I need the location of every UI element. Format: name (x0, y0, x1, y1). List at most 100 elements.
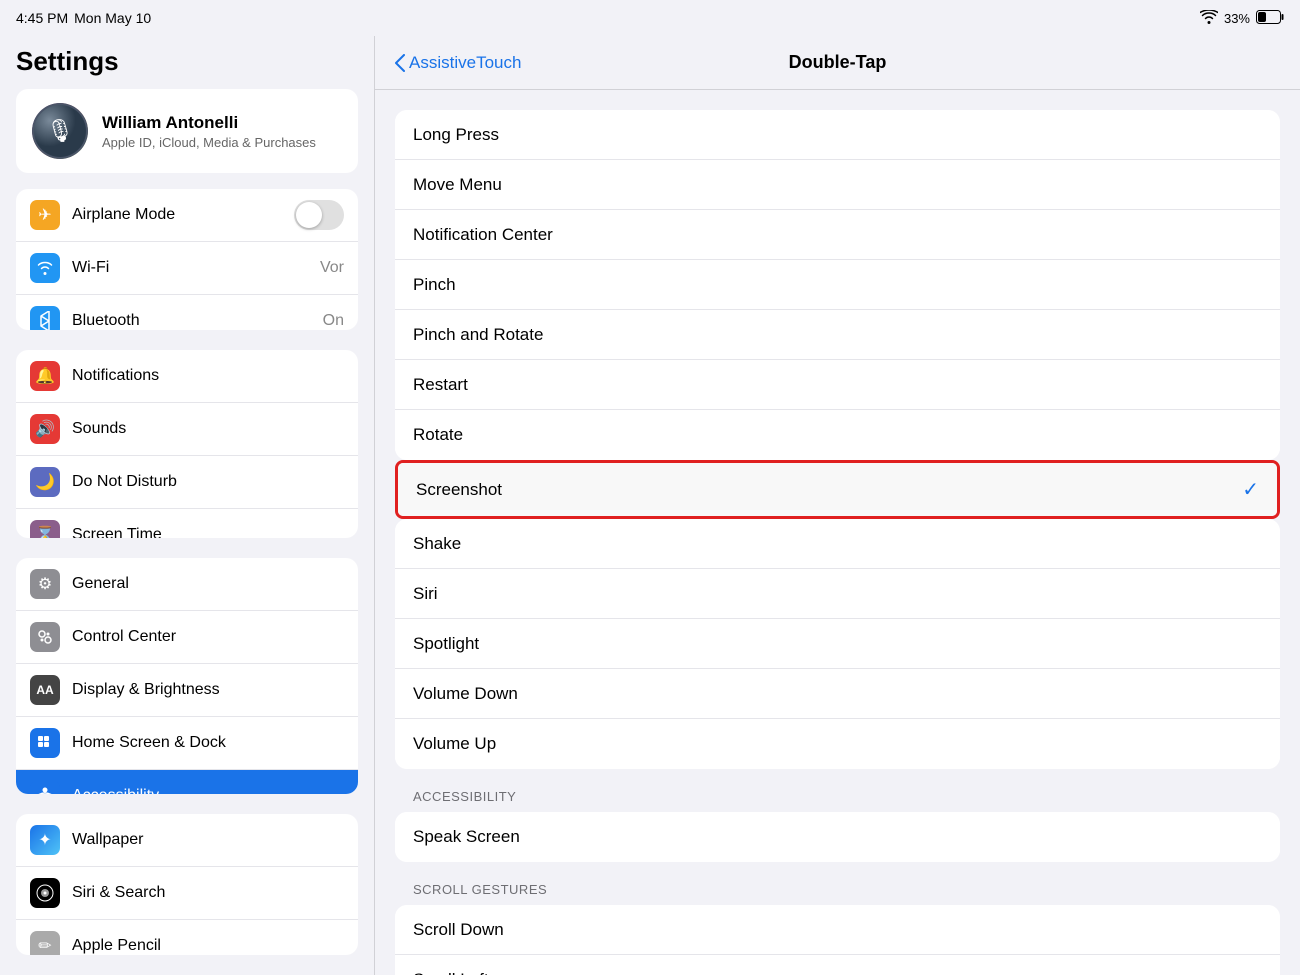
accessibility-section-header: ACCESSIBILITY (395, 769, 1280, 812)
sidebar-item-bluetooth[interactable]: Bluetooth On (16, 295, 358, 330)
main-content: Settings 🎙 William Antonelli (0, 36, 1300, 975)
accessibility-list: Speak Screen (395, 812, 1280, 862)
sidebar-item-display[interactable]: AA Display & Brightness (16, 664, 358, 717)
screentime-icon: ⌛ (30, 520, 60, 538)
pinch-label: Pinch (413, 275, 1262, 295)
sidebar: Settings 🎙 William Antonelli (0, 36, 375, 975)
shake-label: Shake (413, 534, 1262, 554)
bluetooth-icon (30, 306, 60, 330)
scrollgestures-section: SCROLL GESTURES Scroll Down Scroll Left … (395, 862, 1280, 975)
display-label: Display & Brightness (72, 681, 344, 699)
connectivity-group: ✈ Airplane Mode Wi-Fi Vor (16, 189, 358, 330)
general-icon: ⚙ (30, 569, 60, 599)
list-item-spotlight[interactable]: Spotlight (395, 619, 1280, 669)
list-item-volumedown[interactable]: Volume Down (395, 669, 1280, 719)
sidebar-item-notifications[interactable]: 🔔 Notifications (16, 350, 358, 403)
battery-label: 33% (1224, 11, 1250, 26)
scrolldown-label: Scroll Down (413, 920, 1262, 940)
list-item-notificationcenter[interactable]: Notification Center (395, 210, 1280, 260)
speakscreen-label: Speak Screen (413, 827, 1262, 847)
notifications-group: 🔔 Notifications 🔊 Sounds 🌙 Do Not Distur… (16, 350, 358, 538)
wifi-value: Vor (320, 259, 344, 277)
airplane-toggle[interactable] (294, 200, 344, 230)
sidebar-item-siri[interactable]: Siri & Search (16, 867, 358, 920)
list-item-speakscreen[interactable]: Speak Screen (395, 812, 1280, 862)
scrollgestures-list: Scroll Down Scroll Left Scroll Right (395, 905, 1280, 975)
list-item-siri[interactable]: Siri (395, 569, 1280, 619)
list-item-pinchandrotate[interactable]: Pinch and Rotate (395, 310, 1280, 360)
sidebar-item-controlcenter[interactable]: Control Center (16, 611, 358, 664)
content-area: Long Press Move Menu Notification Center… (375, 90, 1300, 975)
notifications-icon: 🔔 (30, 361, 60, 391)
screenshot-highlight-box: Screenshot ✓ (395, 460, 1280, 519)
wallpaper-label: Wallpaper (72, 831, 344, 849)
list-item-movemenu[interactable]: Move Menu (395, 160, 1280, 210)
controlcenter-label: Control Center (72, 628, 344, 646)
page-title: Double-Tap (616, 52, 1059, 73)
pinchandrotate-label: Pinch and Rotate (413, 325, 1262, 345)
list-item-rotate[interactable]: Rotate (395, 410, 1280, 460)
wifi-label: Wi-Fi (72, 259, 308, 277)
donotdisturb-icon: 🌙 (30, 467, 60, 497)
applepencil-icon: ✏ (30, 931, 60, 955)
list-item-screenshot[interactable]: Screenshot ✓ (398, 463, 1277, 516)
sidebar-item-general[interactable]: ⚙ General (16, 558, 358, 611)
date-label: Mon May 10 (74, 10, 151, 26)
spotlight-label: Spotlight (413, 634, 1262, 654)
sidebar-item-accessibility[interactable]: Accessibility (16, 770, 358, 794)
wifi-settings-icon (30, 253, 60, 283)
list-item-longpress[interactable]: Long Press (395, 110, 1280, 160)
svg-text:🎙: 🎙 (46, 118, 74, 143)
list-item-volumeup[interactable]: Volume Up (395, 719, 1280, 769)
movemenu-label: Move Menu (413, 175, 1262, 195)
volumedown-label: Volume Down (413, 684, 1262, 704)
sidebar-item-screentime[interactable]: ⌛ Screen Time (16, 509, 358, 538)
general-label: General (72, 575, 344, 593)
wifi-icon (1200, 10, 1218, 27)
longpress-label: Long Press (413, 125, 1262, 145)
sounds-label: Sounds (72, 420, 344, 438)
notificationcenter-label: Notification Center (413, 225, 1262, 245)
sidebar-item-donotdisturb[interactable]: 🌙 Do Not Disturb (16, 456, 358, 509)
siri-icon (30, 878, 60, 908)
sidebar-title: Settings (0, 36, 374, 85)
back-button[interactable]: AssistiveTouch (395, 53, 616, 73)
profile-subtitle: Apple ID, iCloud, Media & Purchases (102, 135, 316, 150)
list-item-shake[interactable]: Shake (395, 519, 1280, 569)
avatar: 🎙 (32, 103, 88, 159)
list-item-restart[interactable]: Restart (395, 360, 1280, 410)
scrollgestures-section-header: SCROLL GESTURES (395, 862, 1280, 905)
list-item-scrolldown[interactable]: Scroll Down (395, 905, 1280, 955)
homescreen-label: Home Screen & Dock (72, 734, 344, 752)
screenshot-checkmark: ✓ (1242, 477, 1259, 502)
airplane-icon: ✈ (30, 200, 60, 230)
list-item-scrollleft[interactable]: Scroll Left (395, 955, 1280, 975)
accessibility-section: ACCESSIBILITY Speak Screen (395, 769, 1280, 862)
list-item-pinch[interactable]: Pinch (395, 260, 1280, 310)
bluetooth-value: On (323, 312, 344, 330)
accessibility-icon (30, 781, 60, 794)
homescreen-icon (30, 728, 60, 758)
sidebar-item-airplane[interactable]: ✈ Airplane Mode (16, 189, 358, 242)
siri-label: Siri & Search (72, 884, 344, 902)
screentime-label: Screen Time (72, 526, 344, 538)
applepencil-label: Apple Pencil (72, 937, 344, 955)
general-group: ⚙ General Control Center AA Display & Br… (16, 558, 358, 794)
profile-card[interactable]: 🎙 William Antonelli Apple ID, iCloud, Me… (16, 89, 358, 173)
options-list-after: Shake Siri Spotlight Volume Down Volume … (395, 519, 1280, 769)
scrollleft-label: Scroll Left (413, 970, 1262, 975)
sidebar-item-wallpaper[interactable]: ✦ Wallpaper (16, 814, 358, 867)
accessibility-label: Accessibility (72, 787, 344, 794)
sidebar-item-sounds[interactable]: 🔊 Sounds (16, 403, 358, 456)
sidebar-item-homescreen[interactable]: Home Screen & Dock (16, 717, 358, 770)
options-list: Long Press Move Menu Notification Center… (395, 110, 1280, 460)
volumeup-label: Volume Up (413, 734, 1262, 754)
status-bar: 4:45 PM Mon May 10 33% (0, 0, 1300, 36)
controlcenter-icon (30, 622, 60, 652)
sidebar-item-wifi[interactable]: Wi-Fi Vor (16, 242, 358, 295)
extras-group: ✦ Wallpaper Siri & Search ✏ Apple Pencil (16, 814, 358, 955)
back-label: AssistiveTouch (409, 53, 521, 73)
sidebar-item-applepencil[interactable]: ✏ Apple Pencil (16, 920, 358, 955)
right-panel: AssistiveTouch Double-Tap Long Press Mov… (375, 36, 1300, 975)
siri-option-label: Siri (413, 584, 1262, 604)
